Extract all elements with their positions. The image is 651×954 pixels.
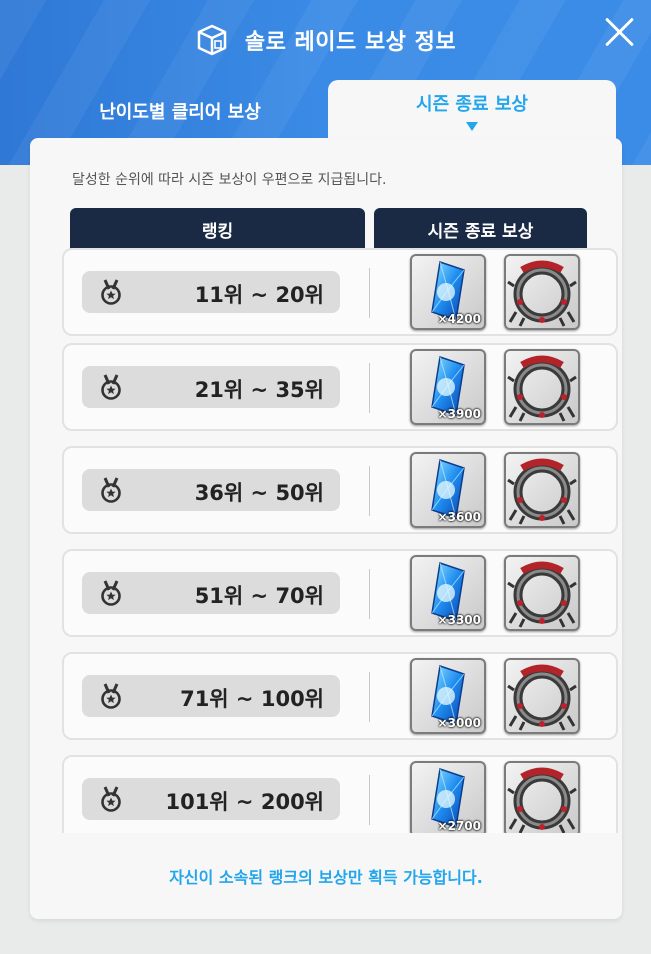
medal-icon: [101, 374, 121, 400]
tab-label: 난이도별 클리어 보상: [99, 102, 261, 123]
box-icon: [197, 24, 227, 56]
window-title: 솔로 레이드 보상 정보: [244, 30, 457, 55]
rank-range: 71위 ~ 100위: [180, 687, 324, 711]
tab-season-end-reward[interactable]: 시즌 종료 보상: [328, 80, 616, 142]
reward-row: 101위 ~ 200위 ×2700: [62, 755, 618, 833]
reward-row: 71위 ~ 100위 ×3000: [62, 652, 618, 740]
ring-frame-icon: [507, 458, 577, 525]
ring-frame-reward-item[interactable]: [504, 761, 580, 833]
crystal-quantity: ×2700: [437, 819, 481, 833]
rank-range: 11위 ~ 20위: [194, 283, 324, 307]
crystal-quantity: ×3600: [437, 510, 481, 524]
reward-panel: 달성한 순위에 따라 시즌 보상이 우편으로 지급됩니다. 랭킹 시즌 종료 보…: [30, 138, 622, 919]
column-header-label: 시즌 종료 보상: [427, 221, 534, 242]
rank-pill: 101위 ~ 200위: [82, 778, 340, 820]
active-tab-arrow-icon: [466, 122, 478, 131]
rank-pill: 21위 ~ 35위: [82, 366, 340, 408]
reward-row: 11위 ~ 20위 ×4200: [62, 248, 618, 336]
ring-frame-icon: [507, 767, 577, 833]
medal-icon: [101, 580, 121, 606]
rank-pill: 11위 ~ 20위: [82, 271, 340, 313]
crystal-reward-item[interactable]: ×3900: [410, 349, 486, 425]
close-icon[interactable]: [603, 16, 635, 48]
ring-frame-icon: [507, 260, 577, 327]
footer-note: 자신이 소속된 랭크의 보상만 획득 가능합니다.: [169, 868, 483, 887]
ring-frame-reward-item[interactable]: [504, 555, 580, 631]
column-header-rank: 랭킹: [70, 208, 365, 250]
ring-frame-icon: [507, 664, 577, 731]
crystal-quantity: ×3300: [437, 613, 481, 627]
tab-label: 시즌 종료 보상: [416, 94, 528, 115]
rank-pill: 71위 ~ 100위: [82, 675, 340, 717]
crystal-reward-item[interactable]: ×3300: [410, 555, 486, 631]
divider: [369, 775, 370, 825]
divider: [369, 466, 370, 516]
rank-pill: 36위 ~ 50위: [82, 469, 340, 511]
divider: [369, 569, 370, 619]
rank-range: 36위 ~ 50위: [194, 481, 324, 505]
divider: [369, 363, 370, 413]
crystal-quantity: ×3900: [437, 407, 481, 421]
column-header-label: 랭킹: [201, 221, 234, 242]
title-bar: 솔로 레이드 보상 정보: [0, 18, 651, 62]
reward-list[interactable]: 11위 ~ 20위 ×4200 21위 ~ 35위 ×3900 36위 ~ 50…: [60, 248, 622, 833]
ring-frame-reward-item[interactable]: [504, 658, 580, 734]
crystal-reward-item[interactable]: ×4200: [410, 254, 486, 330]
reward-row: 51위 ~ 70위 ×3300: [62, 549, 618, 637]
divider: [369, 268, 370, 318]
ring-frame-reward-item[interactable]: [504, 254, 580, 330]
crystal-reward-item[interactable]: ×3600: [410, 452, 486, 528]
tab-difficulty-clear-reward[interactable]: 난이도별 클리어 보상: [30, 80, 330, 142]
reward-row: 21위 ~ 35위 ×3900: [62, 343, 618, 431]
crystal-reward-item[interactable]: ×2700: [410, 761, 486, 833]
medal-icon: [101, 279, 121, 305]
crystal-quantity: ×4200: [437, 312, 481, 326]
rank-range: 51위 ~ 70위: [194, 584, 324, 608]
medal-icon: [101, 786, 121, 812]
ring-frame-icon: [507, 561, 577, 628]
medal-icon: [101, 683, 121, 709]
column-header-reward: 시즌 종료 보상: [374, 208, 587, 250]
rank-range: 101위 ~ 200위: [165, 790, 324, 814]
panel-description: 달성한 순위에 따라 시즌 보상이 우편으로 지급됩니다.: [72, 172, 387, 188]
crystal-quantity: ×3000: [437, 716, 481, 730]
rank-range: 21위 ~ 35위: [194, 378, 324, 402]
ring-frame-reward-item[interactable]: [504, 452, 580, 528]
crystal-reward-item[interactable]: ×3000: [410, 658, 486, 734]
ring-frame-reward-item[interactable]: [504, 349, 580, 425]
reward-row: 36위 ~ 50위 ×3600: [62, 446, 618, 534]
medal-icon: [101, 477, 121, 503]
rank-pill: 51위 ~ 70위: [82, 572, 340, 614]
ring-frame-icon: [507, 355, 577, 422]
divider: [369, 672, 370, 722]
